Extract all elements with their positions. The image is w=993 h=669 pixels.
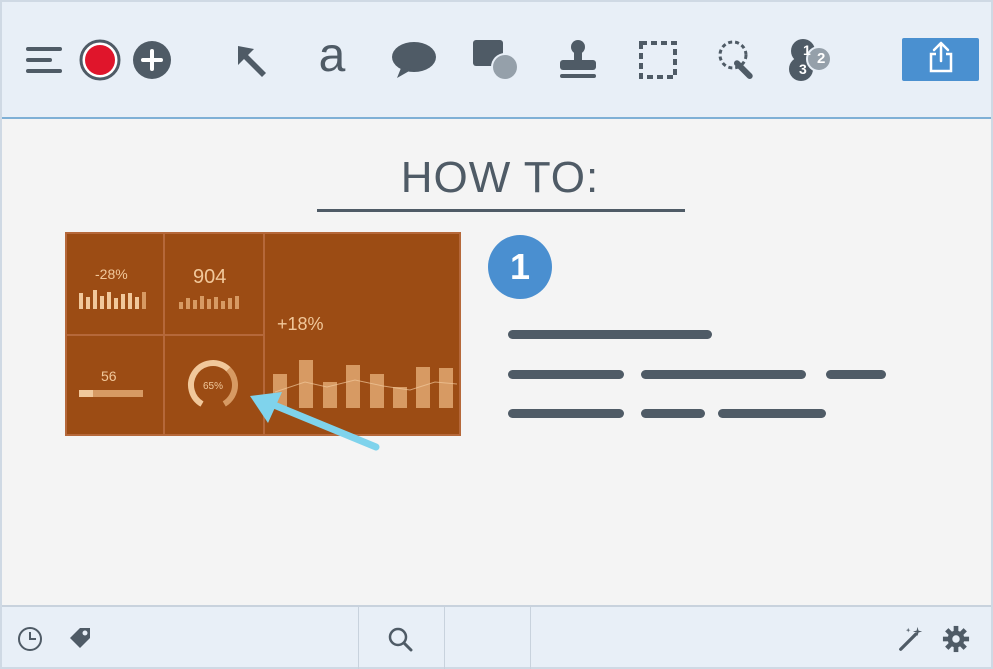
page-title: HOW TO: [400,153,600,202]
mini-bars-2 [179,296,239,309]
speech-bubble-icon[interactable] [388,34,440,86]
canvas[interactable]: HOW TO: -28% 904 +18% 56 65% 1 [4,121,991,605]
settings-icon[interactable] [942,625,970,653]
record-icon[interactable] [74,34,126,86]
selection-tool-icon[interactable] [632,34,684,86]
mini-bars-1 [79,290,146,309]
shape-tool-icon[interactable] [470,34,522,86]
status-divider [358,607,359,669]
search-icon[interactable] [386,625,414,653]
history-icon[interactable] [16,625,44,653]
callout-arrow [250,392,380,451]
step-number-badge: 1 [488,235,552,299]
stamp-tool-icon[interactable] [552,34,604,86]
text-placeholder-line [508,409,624,418]
progress-fill [79,390,93,397]
status-divider [444,607,445,669]
text-placeholder-line [718,409,826,418]
step-counter-icon[interactable]: 1 2 3 [786,34,838,86]
text-placeholder-line [508,370,624,379]
add-icon[interactable] [126,34,178,86]
text-placeholder-line [826,370,886,379]
arrow-tool-icon[interactable] [224,34,276,86]
text-placeholder-line [641,409,705,418]
status-divider [530,607,531,669]
text-tool-icon[interactable]: a [306,32,358,86]
share-button[interactable] [902,38,979,81]
text-placeholder-line [641,370,806,379]
magic-wand-icon[interactable] [897,625,925,653]
title-underline [317,209,685,212]
menu-icon[interactable] [18,34,70,86]
tag-icon[interactable] [66,625,94,653]
share-icon [928,41,954,78]
status-bar [2,605,991,669]
magic-wand-tool-icon[interactable] [712,34,764,86]
text-placeholder-line [508,330,712,339]
toolbar: a 1 2 3 [2,2,991,119]
app-window: a 1 2 3 HOW TO: -28% 904 +18% 56 65% 1 [0,0,993,669]
